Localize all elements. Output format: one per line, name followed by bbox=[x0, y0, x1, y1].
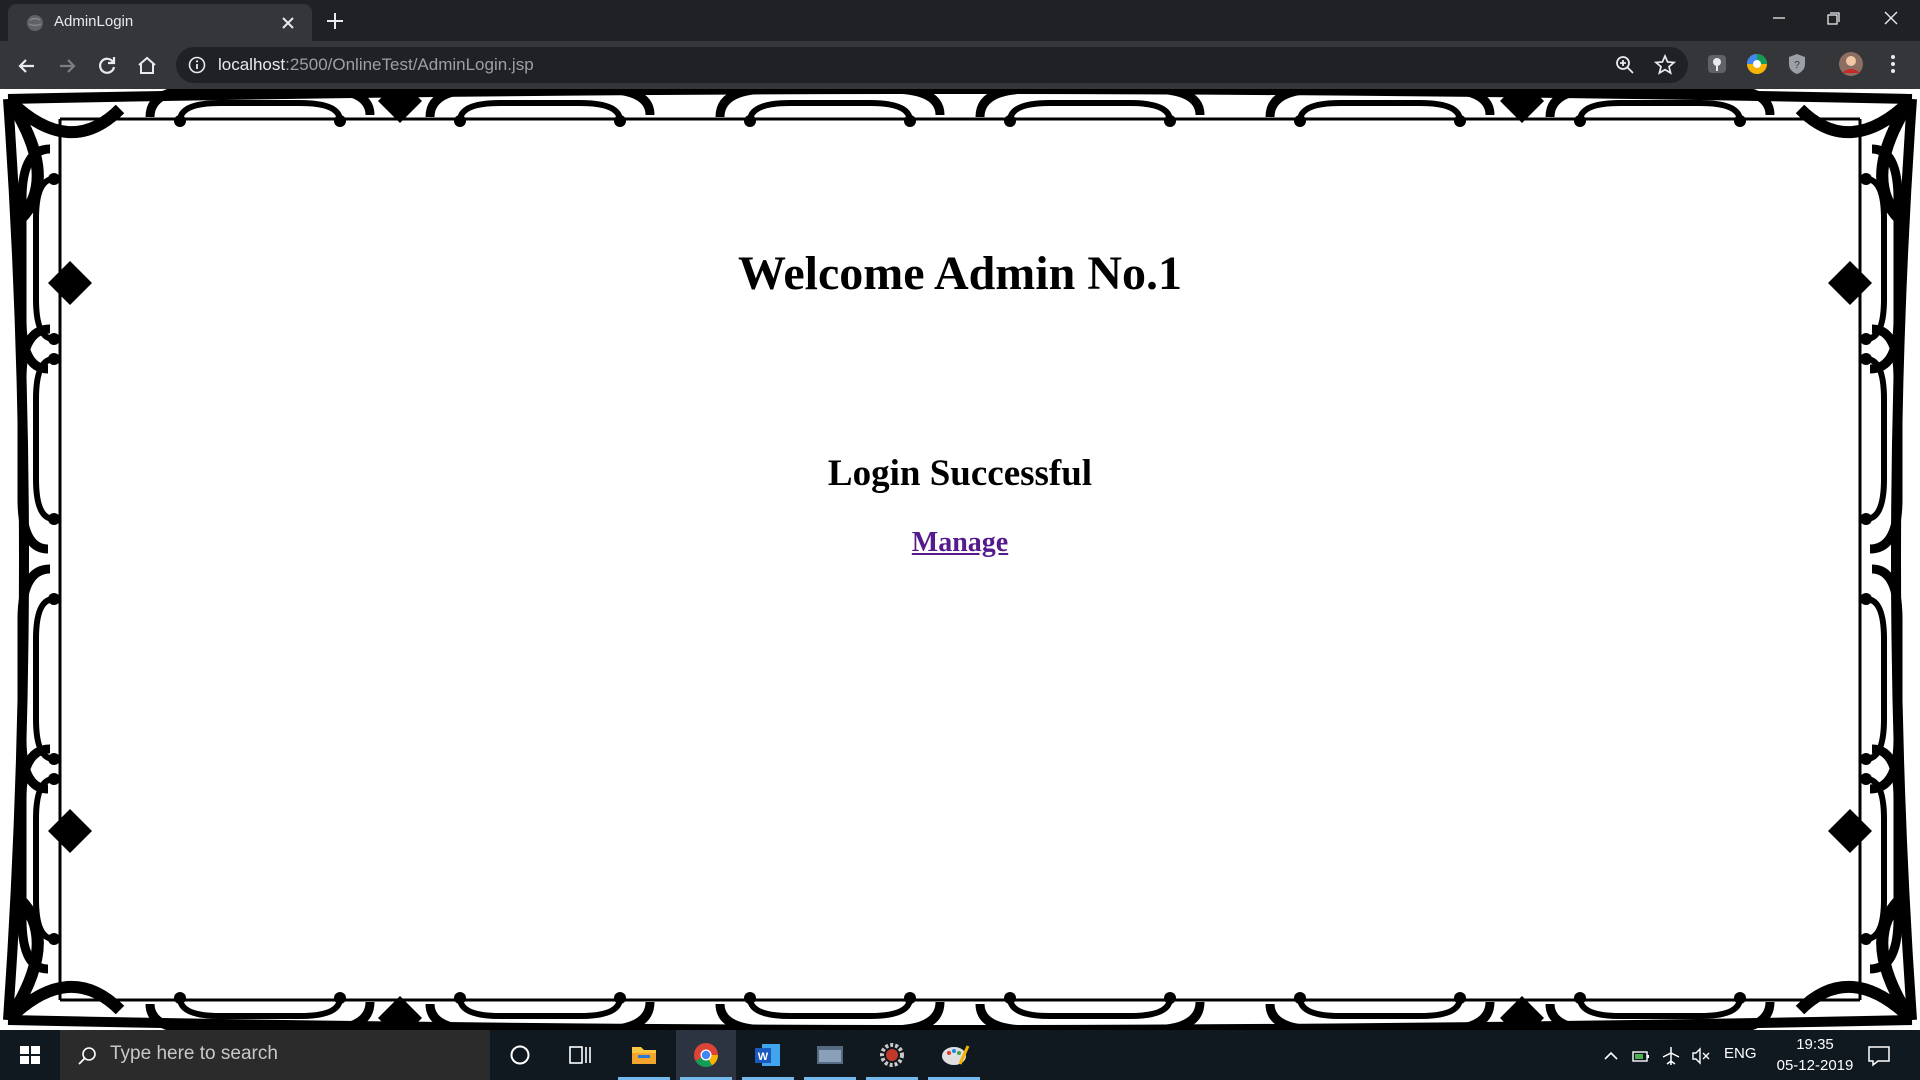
clock-date: 05-12-2019 bbox=[1776, 1057, 1854, 1074]
gear-icon bbox=[880, 1043, 904, 1067]
manage-link[interactable]: Manage bbox=[912, 527, 1008, 558]
zoom-icon[interactable] bbox=[1614, 54, 1636, 76]
globe-icon bbox=[27, 15, 43, 31]
browser-tab[interactable]: AdminLogin bbox=[8, 4, 312, 41]
close-tab-icon[interactable] bbox=[278, 13, 298, 33]
language-indicator[interactable]: ENG bbox=[1724, 1045, 1757, 1062]
reload-icon[interactable] bbox=[94, 53, 120, 79]
cortana-icon[interactable] bbox=[490, 1030, 550, 1080]
settings-app-button[interactable] bbox=[862, 1030, 922, 1080]
app-button[interactable] bbox=[800, 1030, 860, 1080]
windows-start-icon[interactable] bbox=[0, 1030, 60, 1080]
chrome-button[interactable] bbox=[676, 1030, 736, 1080]
browser-toolbar: localhost:2500/OnlineTest/AdminLogin.jsp… bbox=[0, 41, 1920, 89]
back-icon[interactable] bbox=[14, 53, 40, 79]
shield-icon[interactable]: ? bbox=[1784, 51, 1810, 77]
windows-taskbar: Type here to search W ENG 19:35 05-12-20… bbox=[0, 1030, 1920, 1080]
clock-time: 19:35 bbox=[1796, 1036, 1834, 1053]
login-status-text: Login Successful bbox=[827, 453, 1093, 494]
taskbar-search-box[interactable]: Type here to search bbox=[60, 1030, 490, 1080]
manage-link-wrapper: Manage bbox=[0, 527, 1920, 559]
search-icon bbox=[78, 1047, 96, 1065]
page-title: Welcome Admin No.1 bbox=[738, 247, 1182, 300]
battery-icon[interactable] bbox=[1630, 1045, 1652, 1067]
forward-icon[interactable] bbox=[54, 53, 80, 79]
extension-colorful-icon[interactable] bbox=[1744, 51, 1770, 77]
url-path: :2500/OnlineTest/AdminLogin.jsp bbox=[285, 55, 534, 74]
menu-kebab-icon[interactable] bbox=[1880, 51, 1906, 77]
svg-text:W: W bbox=[758, 1051, 769, 1063]
home-icon[interactable] bbox=[134, 53, 160, 79]
url-text[interactable]: localhost:2500/OnlineTest/AdminLogin.jsp bbox=[218, 55, 534, 75]
address-bar[interactable]: localhost:2500/OnlineTest/AdminLogin.jsp bbox=[176, 47, 1688, 83]
word-icon: W bbox=[755, 1044, 780, 1066]
folder-icon bbox=[632, 1047, 656, 1064]
task-view-icon[interactable] bbox=[550, 1030, 610, 1080]
new-tab-icon[interactable] bbox=[324, 10, 346, 32]
minimize-icon[interactable] bbox=[1764, 6, 1794, 32]
extension-icon[interactable] bbox=[1704, 51, 1730, 77]
volume-muted-icon[interactable] bbox=[1690, 1045, 1712, 1067]
browser-tabstrip: AdminLogin bbox=[0, 0, 1920, 41]
restore-icon[interactable] bbox=[1818, 6, 1848, 32]
avatar[interactable] bbox=[1838, 51, 1864, 77]
close-window-icon[interactable] bbox=[1876, 6, 1906, 32]
search-placeholder: Type here to search bbox=[110, 1043, 278, 1064]
notification-icon[interactable] bbox=[1866, 1043, 1892, 1069]
tab-title: AdminLogin bbox=[54, 13, 134, 30]
chevron-up-icon[interactable] bbox=[1600, 1045, 1622, 1067]
url-host: localhost bbox=[218, 55, 286, 74]
system-clock[interactable]: 19:35 05-12-2019 bbox=[1760, 1034, 1870, 1076]
web-page: Welcome Admin No.1 Login Successful Mana… bbox=[0, 89, 1920, 1030]
word-button[interactable]: W bbox=[738, 1030, 798, 1080]
ornamental-border-frame bbox=[3, 89, 1917, 1030]
bookmark-star-icon[interactable] bbox=[1654, 54, 1676, 76]
airplane-mode-icon[interactable] bbox=[1660, 1045, 1682, 1067]
chrome-icon bbox=[694, 1043, 718, 1068]
window-app-icon bbox=[817, 1046, 843, 1064]
paint-button[interactable] bbox=[924, 1030, 984, 1080]
info-icon[interactable] bbox=[188, 56, 206, 74]
paint-palette-icon bbox=[942, 1045, 970, 1065]
svg-text:?: ? bbox=[1794, 60, 1800, 71]
file-explorer-button[interactable] bbox=[614, 1030, 674, 1080]
